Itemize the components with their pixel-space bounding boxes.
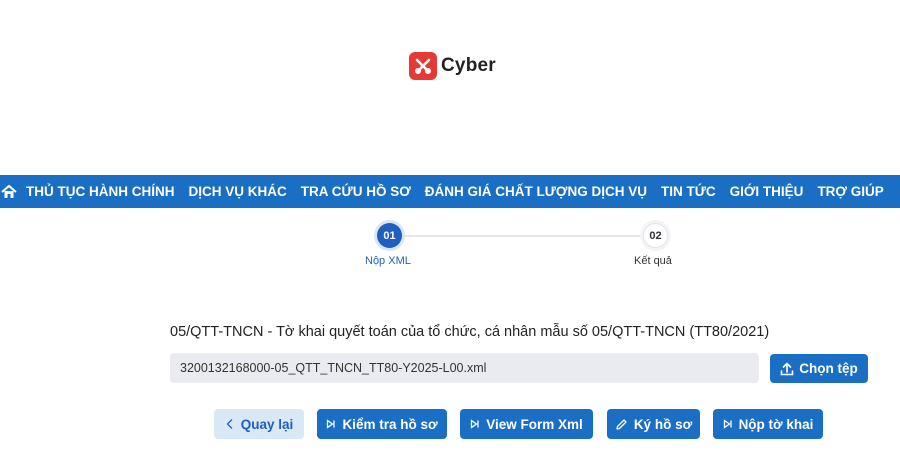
form-title: 05/QTT-TNCN - Tờ khai quyết toán của tổ …: [170, 324, 770, 340]
sign-dossier-label: Ký hồ sơ: [633, 416, 693, 432]
submit-declaration-label: Nộp tờ khai: [738, 416, 814, 432]
back-button[interactable]: Quay lại: [214, 409, 304, 439]
back-label: Quay lại: [240, 416, 294, 432]
nav-item-tin-tuc[interactable]: TIN TỨC: [661, 184, 716, 199]
submit-declaration-button[interactable]: Nộp tờ khai: [713, 409, 823, 439]
step-2-label: Kết quả: [634, 255, 672, 267]
choose-file-label: Chọn tệp: [799, 361, 858, 376]
action-bar: Quay lại Kiểm tra hồ sơ View Form Xml Ký…: [0, 409, 900, 439]
nav-item-tro-giup[interactable]: TRỢ GIÚP: [817, 184, 883, 199]
pen-icon: [615, 418, 628, 431]
step-forward-icon: [326, 419, 336, 429]
choose-file-button[interactable]: Chọn tệp: [770, 354, 868, 383]
home-icon[interactable]: [0, 175, 18, 208]
chevron-left-icon: [225, 418, 235, 430]
view-form-xml-button[interactable]: View Form Xml: [460, 409, 593, 439]
progress-stepper: 01 02 Nộp XML Kết quả: [0, 222, 900, 272]
brand-logo: Cyber: [409, 52, 496, 80]
main-navbar: THỦ TỤC HÀNH CHÍNH DỊCH VỤ KHÁC TRA CỨU …: [0, 175, 900, 208]
nav-item-tra-cuu[interactable]: TRA CỨU HỒ SƠ: [301, 184, 411, 199]
sign-dossier-button[interactable]: Ký hồ sơ: [607, 409, 700, 439]
step-forward-icon: [723, 419, 733, 429]
stepper-connector: [402, 235, 643, 237]
step-forward-icon: [470, 419, 480, 429]
step-1-circle: 01: [377, 223, 402, 248]
check-dossier-button[interactable]: Kiểm tra hồ sơ: [317, 409, 447, 439]
step-2-circle: 02: [643, 223, 668, 248]
nav-item-danh-gia[interactable]: ĐÁNH GIÁ CHẤT LƯỢNG DỊCH VỤ: [425, 184, 647, 199]
step-1-label: Nộp XML: [365, 255, 411, 267]
brand-name: Cyber: [441, 55, 496, 76]
upload-icon: [780, 362, 794, 376]
view-form-xml-label: View Form Xml: [486, 416, 583, 432]
cyber-logo-icon: [409, 52, 437, 80]
nav-item-thu-tuc[interactable]: THỦ TỤC HÀNH CHÍNH: [26, 184, 175, 199]
nav-item-gioi-thieu[interactable]: GIỚI THIỆU: [730, 184, 804, 199]
check-dossier-label: Kiểm tra hồ sơ: [342, 416, 438, 432]
nav-item-dich-vu-khac[interactable]: DỊCH VỤ KHÁC: [189, 184, 287, 199]
file-path-field[interactable]: [170, 353, 759, 383]
